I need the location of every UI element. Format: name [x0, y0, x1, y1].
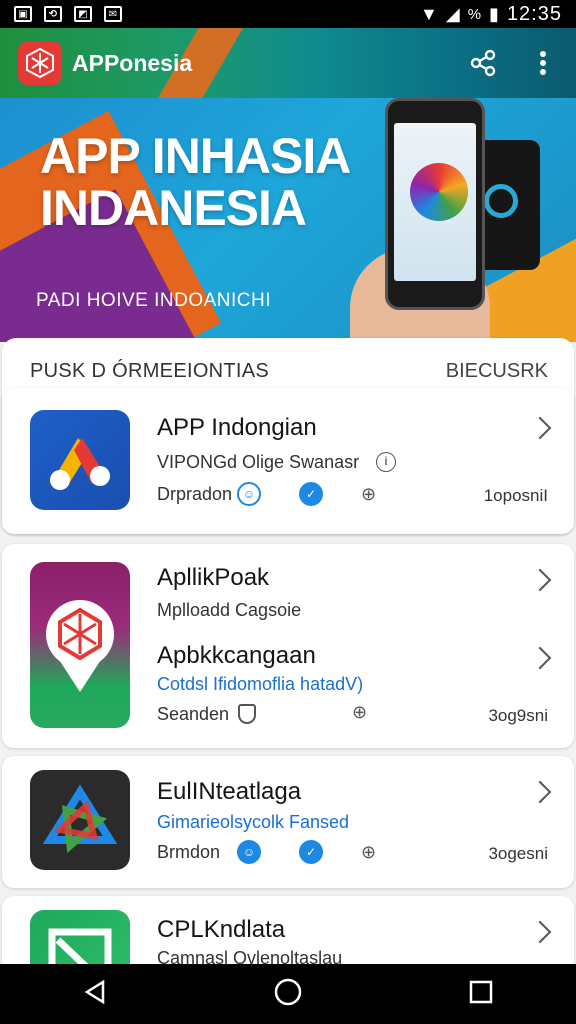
app-subtitle: Gimarieolsycolk Fansed — [157, 812, 350, 832]
app-list-item[interactable]: APP Indongian VIPONGd Olige Swanasr i Dr… — [2, 388, 574, 534]
app-name: APP Indongian — [157, 414, 317, 441]
chevron-right-icon[interactable] — [528, 780, 552, 804]
download-icon[interactable]: ⊕ — [352, 702, 367, 723]
share-icon[interactable] — [468, 48, 498, 78]
banner-subtitle: PADI HOIVE INDOANICHI — [36, 290, 272, 311]
more-vert-icon[interactable] — [528, 48, 558, 78]
app-list-item[interactable]: EulINteatlaga Gimarieolsycolk Fansed Brm… — [2, 756, 574, 888]
banner-headline: APP INHASIA INDANESIA — [40, 128, 351, 236]
app-title: APPonesia — [72, 49, 193, 76]
app-icon — [30, 562, 130, 728]
app-name: Apbkkcangaan — [157, 642, 316, 669]
app-subtitle: Mplloadd Cagsoie — [157, 600, 302, 620]
phone-illustration-back — [476, 140, 540, 270]
app-name: EulINteatlaga — [157, 778, 302, 805]
chevron-right-icon[interactable] — [528, 920, 552, 944]
verified-badge-icon: ✓ — [299, 482, 323, 506]
app-meta-label: Seanden — [157, 704, 230, 724]
app-list-item[interactable]: ApllikPoak Mplloadd Cagsoie Apbkkcangaan… — [2, 544, 574, 748]
back-icon[interactable] — [81, 978, 109, 1011]
download-count: 3ogesni — [488, 844, 548, 863]
banner-headline-line1: APP INHASIA — [40, 128, 351, 184]
hero-banner[interactable]: APP INHASIA INDANESIA PADI HOIVE INDOANI… — [0, 98, 576, 342]
app-subtitle: Cotdsl Ifidomoflia hatadV) — [157, 674, 364, 694]
chevron-right-icon[interactable] — [528, 646, 552, 670]
section-action-link[interactable]: BIECUSRK — [446, 360, 548, 383]
mail-icon: ✉ — [104, 6, 122, 22]
app-meta-label: Brmdon — [157, 842, 221, 862]
download-icon[interactable]: ⊕ — [361, 484, 376, 505]
download-icon[interactable]: ⊕ — [361, 842, 376, 863]
app-subtitle: VIPONGd Olige Swanasr — [157, 452, 360, 472]
app-icon — [30, 410, 130, 510]
section-title: PUSK D ÓRMEEIONTIAS — [30, 360, 270, 382]
sync-icon: ⟲ — [44, 6, 62, 22]
logo-emblem-icon — [26, 47, 54, 79]
app-meta-label: Drpradon — [157, 484, 233, 504]
info-icon[interactable]: i — [376, 452, 396, 472]
app-name: ApllikPoak — [157, 564, 270, 591]
notification-icon: ▣ — [14, 6, 32, 22]
app-logo — [18, 41, 62, 85]
rating-badge-icon: ☺ — [237, 482, 261, 506]
recents-icon[interactable] — [467, 978, 495, 1011]
chevron-right-icon[interactable] — [528, 416, 552, 440]
app-circle-icon — [410, 163, 468, 221]
app-icon — [30, 770, 130, 870]
app-name: CPLKndlata — [157, 916, 286, 943]
app-bar: APPonesia — [0, 28, 576, 98]
wifi-icon: ▼ — [420, 3, 438, 24]
shield-icon — [238, 704, 256, 724]
battery-icon: ▮ — [489, 3, 499, 24]
battery-percent: % — [467, 5, 482, 23]
phone-illustration — [385, 98, 485, 310]
signal-icon: ◢ — [445, 3, 460, 24]
chevron-right-icon[interactable] — [528, 568, 552, 592]
banner-headline-line2: INDANESIA — [40, 180, 307, 236]
download-count: 3og9sni — [488, 706, 548, 725]
download-count: 1oposniI — [483, 486, 548, 505]
home-icon[interactable] — [272, 976, 304, 1013]
system-nav-bar — [0, 964, 576, 1024]
verified-badge-icon: ✓ — [299, 840, 323, 864]
rating-badge-icon: ☺ — [237, 840, 261, 864]
clock: 12:35 — [506, 2, 562, 25]
status-bar: ▣ ⟲ ◩ ✉ ▼ ◢ % ▮ 12:35 — [0, 0, 576, 28]
image-icon: ◩ — [74, 6, 92, 22]
